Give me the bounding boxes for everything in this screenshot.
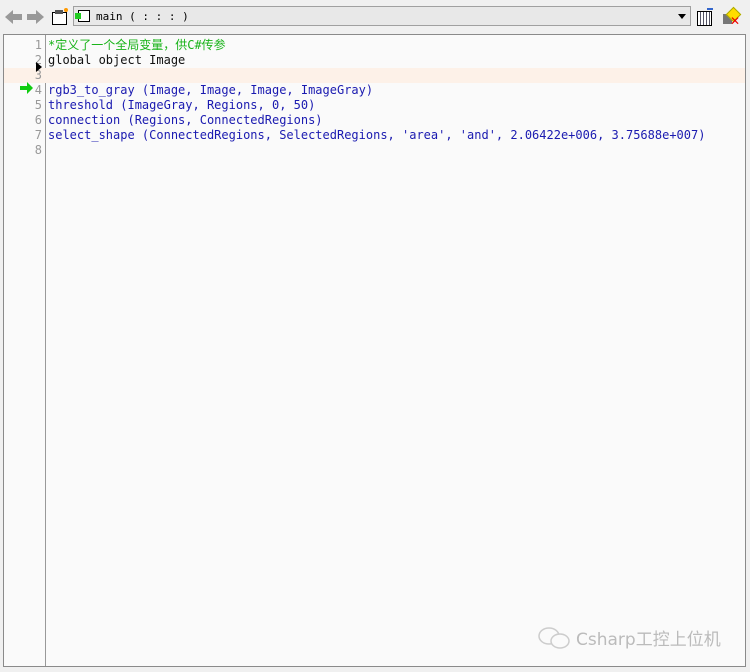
code-editor[interactable]: 1 *定义了一个全局变量，供C#传参 2 global object Image 3 4 r… xyxy=(3,34,746,667)
code-line[interactable]: 4 rgb3_to_gray (Image, Image, Image, Imag… xyxy=(4,82,745,98)
code-line[interactable]: 1 *定义了一个全局变量，供C#传参 xyxy=(4,38,745,53)
procedure-calendar-icon[interactable] xyxy=(696,8,714,26)
line-number: 6 xyxy=(34,113,42,127)
code-text: global object Image xyxy=(48,53,186,67)
wechat-icon xyxy=(538,627,570,649)
code-line[interactable]: 8 xyxy=(4,143,745,158)
line-number: 8 xyxy=(34,143,42,157)
chevron-down-icon[interactable] xyxy=(678,14,686,19)
code-text: threshold (ImageGray, Regions, 0, 50) xyxy=(48,98,316,112)
code-text: *定义了一个全局变量，供C#传参 xyxy=(48,38,226,52)
code-line[interactable]: 3 xyxy=(4,68,745,83)
code-line[interactable]: 5 threshold (ImageGray, Regions, 0, 50) xyxy=(4,98,745,113)
code-line[interactable]: 6 connection (Regions, ConnectedRegions) xyxy=(4,113,745,128)
code-line[interactable]: 2 global object Image xyxy=(4,53,745,68)
line-number: 5 xyxy=(34,98,42,112)
line-number: 1 xyxy=(34,38,42,52)
back-arrow-icon[interactable] xyxy=(5,8,23,26)
watermark: Csharp工控上位机 xyxy=(538,625,721,650)
procedure-select-value: main ( : : : ) xyxy=(96,10,189,23)
procedure-clipboard-icon[interactable] xyxy=(51,8,69,26)
delete-procedure-icon[interactable]: ✕ xyxy=(722,6,742,27)
procedure-icon xyxy=(75,10,90,22)
line-number: 7 xyxy=(34,128,42,142)
line-number: 4 xyxy=(34,83,42,97)
procedure-select[interactable]: main ( : : : ) xyxy=(73,6,691,26)
code-text: select_shape (ConnectedRegions, Selected… xyxy=(48,128,706,142)
insert-cursor-marker-icon xyxy=(36,62,42,72)
code-text: rgb3_to_gray (Image, Image, Image, Image… xyxy=(48,83,374,97)
toolbar: main ( : : : ) ✕ xyxy=(0,0,750,32)
forward-arrow-icon[interactable] xyxy=(27,8,45,26)
code-text: connection (Regions, ConnectedRegions) xyxy=(48,113,323,127)
code-line[interactable]: 7 select_shape (ConnectedRegions, Selecte… xyxy=(4,128,745,143)
